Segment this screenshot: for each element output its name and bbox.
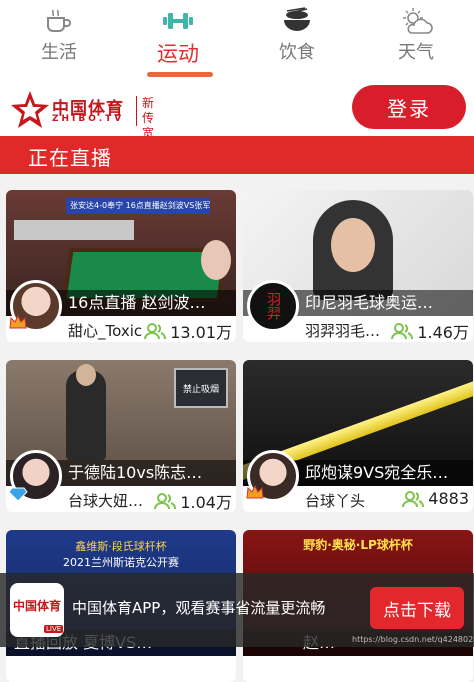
live-badge: LIVE bbox=[44, 625, 64, 633]
watermark: https://blog.csdn.net/q4248028 bbox=[352, 635, 474, 644]
zhibo-logo[interactable]: 中国体育 ZHIBO.TV 新传宽频 bbox=[10, 88, 160, 155]
viewer-count: 4883 bbox=[402, 489, 469, 508]
avatar-text: 羽羿 bbox=[265, 292, 281, 320]
live-card[interactable]: 邱炮谋9VS宛全乐… 台球丫头 4883 bbox=[243, 360, 473, 512]
crown-badge-icon bbox=[246, 484, 264, 499]
app-download-banner: 中国体育 LIVE 中国体育APP，观看赛事省流量更流畅 点击下载 https:… bbox=[0, 573, 474, 647]
site-header: 中国体育 ZHIBO.TV 新传宽频 登录 bbox=[0, 82, 474, 155]
thumb-caption: 鑫维斯·段氏球杆杯 bbox=[75, 540, 167, 553]
streamer-name: 羽羿羽毛… bbox=[305, 322, 381, 340]
viewer-count: 1.04万 bbox=[154, 489, 232, 512]
viewers-icon bbox=[154, 493, 177, 510]
login-button[interactable]: 登录 bbox=[352, 85, 466, 129]
streamer-name: 台球丫头 bbox=[305, 492, 366, 510]
weather-icon bbox=[357, 6, 474, 36]
card-title: 邱炮谋9VS宛全乐… bbox=[305, 463, 449, 482]
card-title: 于德陆10vs陈志… bbox=[68, 463, 203, 482]
section-title: 正在直播 bbox=[28, 146, 112, 170]
photo-face bbox=[76, 364, 96, 386]
streamer-name: 甜心_Toxic bbox=[68, 322, 143, 340]
app-icon-text: 中国体育 bbox=[12, 599, 61, 613]
viewer-count-value: 1.04万 bbox=[180, 493, 232, 512]
avatar[interactable]: 羽羿 bbox=[247, 280, 299, 332]
tab-sports[interactable]: 运动 bbox=[119, 6, 237, 76]
tab-label: 天气 bbox=[398, 42, 434, 63]
banner-text: 中国体育APP，观看赛事省流量更流畅 bbox=[72, 599, 326, 617]
tab-label: 运动 bbox=[157, 42, 199, 66]
card-title: 印尼羽毛球奥运… bbox=[305, 293, 434, 312]
streamer-cam bbox=[201, 240, 231, 280]
tab-weather[interactable]: 天气 bbox=[357, 6, 474, 76]
viewer-count-value: 13.01万 bbox=[170, 323, 232, 342]
active-tab-indicator bbox=[147, 72, 213, 77]
live-card[interactable]: 张安达4-0奉宁 16点直播赵剑波VS张军 16点直播 赵剑波… 甜心_Toxi… bbox=[6, 190, 236, 342]
diamond-badge-icon bbox=[8, 487, 28, 502]
tab-life[interactable]: 生活 bbox=[0, 6, 118, 76]
photo-face bbox=[331, 218, 375, 272]
download-button[interactable]: 点击下载 bbox=[370, 587, 464, 629]
viewer-count: 1.46万 bbox=[391, 319, 469, 342]
logo-english: ZHIBO.TV bbox=[52, 114, 125, 124]
viewer-count-value: 4883 bbox=[428, 489, 469, 508]
thumb-caption: 张安达4-0奉宁 16点直播赵剑波VS张军 bbox=[66, 198, 210, 214]
card-title: 16点直播 赵剑波… bbox=[68, 293, 206, 312]
tab-label: 饮食 bbox=[279, 42, 315, 63]
no-smoking-sign: 禁止吸烟 bbox=[174, 368, 228, 408]
viewers-icon bbox=[391, 323, 414, 340]
viewers-icon bbox=[144, 323, 167, 340]
star-logo-icon bbox=[11, 91, 49, 128]
app-icon[interactable]: 中国体育 LIVE bbox=[10, 583, 64, 637]
streamer-name: 台球大妞… bbox=[68, 492, 144, 510]
viewer-count-value: 1.46万 bbox=[417, 323, 469, 342]
food-bowl-icon bbox=[238, 6, 356, 36]
live-card[interactable]: 禁止吸烟 于德陆10vs陈志… 台球大妞… 1.04万 bbox=[6, 360, 236, 512]
crown-badge-icon bbox=[9, 314, 27, 329]
thumb-caption: 野豹·奥秘·LP球杆杯 bbox=[303, 538, 413, 552]
coffee-cup-icon bbox=[0, 6, 118, 36]
top-tab-bar: 生活 运动 饮食 天气 bbox=[0, 0, 474, 82]
thumb-subcaption: 2021兰州斯诺克公开赛 bbox=[63, 556, 179, 569]
dumbbell-icon bbox=[119, 6, 237, 36]
tab-food[interactable]: 饮食 bbox=[238, 6, 356, 76]
live-card[interactable]: 印尼羽毛球奥运… 羽羿 羽羿羽毛… 1.46万 bbox=[243, 190, 473, 342]
tab-label: 生活 bbox=[41, 42, 77, 63]
viewer-count: 13.01万 bbox=[144, 319, 232, 342]
viewers-icon bbox=[402, 490, 425, 507]
live-section-bar: 正在直播 bbox=[0, 136, 474, 174]
logo-divider bbox=[136, 96, 137, 126]
thumb-wall bbox=[14, 220, 134, 240]
